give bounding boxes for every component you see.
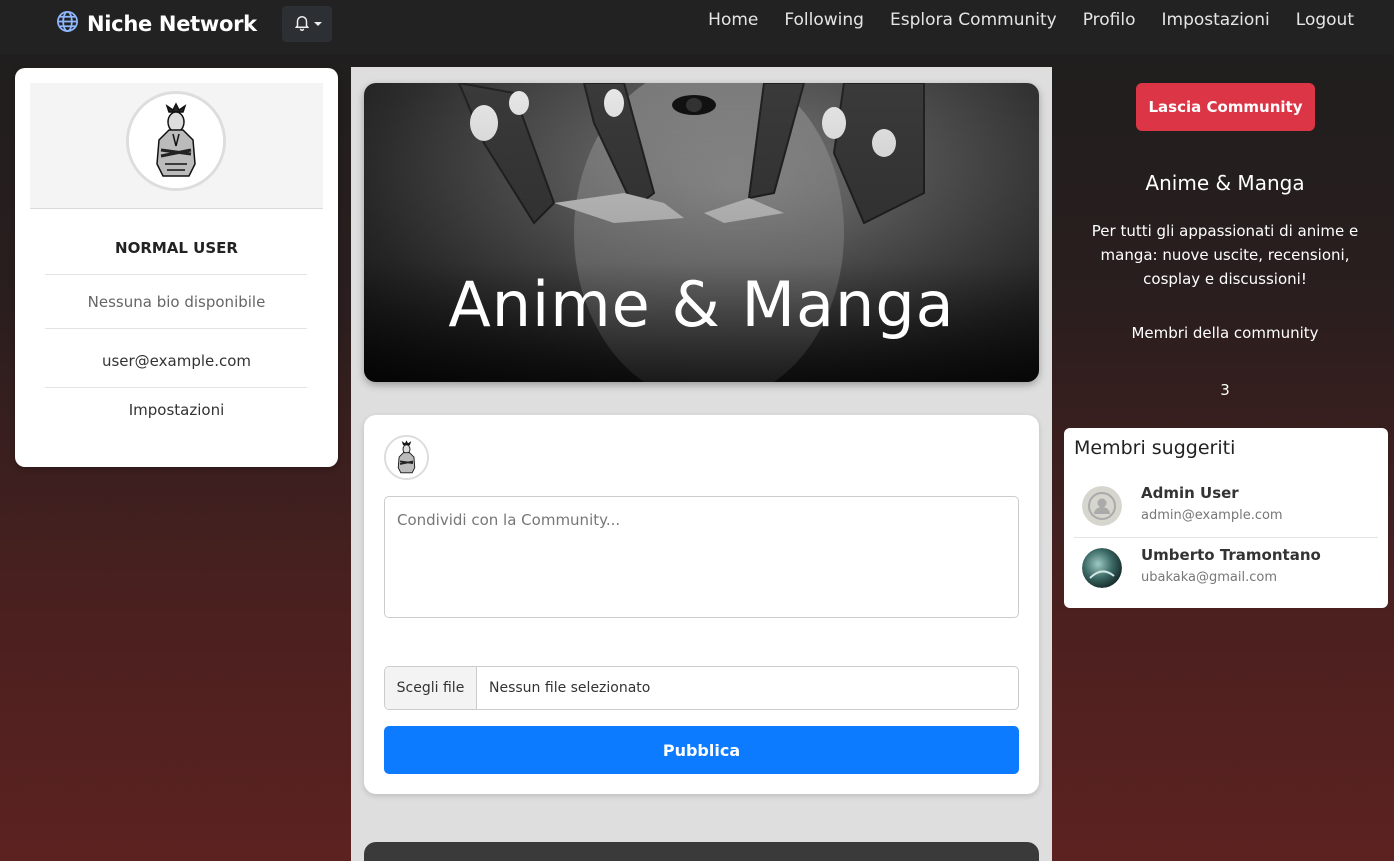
globe-icon <box>56 10 79 37</box>
feed-column: Anime & Manga Scegli file Nessun file se… <box>351 67 1052 861</box>
suggested-members-title: Membri suggeriti <box>1074 437 1236 459</box>
profile-settings-link[interactable]: Impostazioni <box>15 401 338 419</box>
members-label: Membri della community <box>1131 324 1319 342</box>
brand-name: Niche Network <box>87 11 257 36</box>
post-textarea[interactable] <box>384 496 1019 618</box>
leave-community-button[interactable]: Lascia Community <box>1136 83 1315 131</box>
nav-links: Home Following Esplora Community Profilo… <box>708 10 1354 30</box>
choose-file-button[interactable]: Scegli file <box>385 667 477 709</box>
file-status: Nessun file selezionato <box>489 680 651 696</box>
suggested-members-card: Membri suggeriti Admin User admin@exampl… <box>1064 428 1388 608</box>
notifications-dropdown[interactable] <box>282 6 332 42</box>
member-email: ubakaka@gmail.com <box>1141 570 1277 585</box>
members-count: 3 <box>1220 381 1230 399</box>
divider <box>45 387 307 388</box>
nav-settings[interactable]: Impostazioni <box>1162 10 1270 30</box>
member-name[interactable]: Umberto Tramontano <box>1141 546 1321 564</box>
avatar <box>1082 548 1122 588</box>
navbar: Niche Network Home Following Esplora Com… <box>0 0 1394 54</box>
member-email: admin@example.com <box>1141 508 1283 523</box>
brand-link[interactable]: Niche Network <box>56 10 257 37</box>
nav-following[interactable]: Following <box>784 10 864 30</box>
nav-home[interactable]: Home <box>708 10 758 30</box>
profile-email: user@example.com <box>101 352 252 370</box>
suggested-member[interactable]: Umberto Tramontano ubakaka@gmail.com <box>1074 538 1378 598</box>
bell-icon <box>293 13 311 35</box>
file-input[interactable]: Scegli file Nessun file selezionato <box>384 666 1019 710</box>
banner-title: Anime & Manga <box>448 268 955 341</box>
new-post-card: Scegli file Nessun file selezionato Pubb… <box>364 415 1039 794</box>
publish-button[interactable]: Pubblica <box>384 726 1019 774</box>
profile-bio: Nessuna bio disponibile <box>87 293 266 311</box>
community-description: Per tutti gli appassionati di anime e ma… <box>1091 222 1359 288</box>
post-author-avatar <box>384 435 429 480</box>
profile-header <box>30 83 323 209</box>
community-name: Anime & Manga <box>1145 171 1305 195</box>
suggested-member[interactable]: Admin User admin@example.com <box>1074 476 1378 536</box>
nav-explore-community[interactable]: Esplora Community <box>890 10 1057 30</box>
next-post-card <box>364 842 1039 861</box>
chevron-down-icon <box>313 22 322 26</box>
divider <box>45 328 307 329</box>
avatar <box>1082 486 1122 526</box>
avatar[interactable] <box>126 91 226 191</box>
profile-card: NORMAL USER Nessuna bio disponibile user… <box>15 68 338 467</box>
profile-name: NORMAL USER <box>115 239 238 257</box>
community-banner: Anime & Manga <box>364 83 1039 382</box>
member-name[interactable]: Admin User <box>1141 484 1239 502</box>
nav-profile[interactable]: Profilo <box>1083 10 1136 30</box>
divider <box>45 274 307 275</box>
nav-logout[interactable]: Logout <box>1296 10 1354 30</box>
